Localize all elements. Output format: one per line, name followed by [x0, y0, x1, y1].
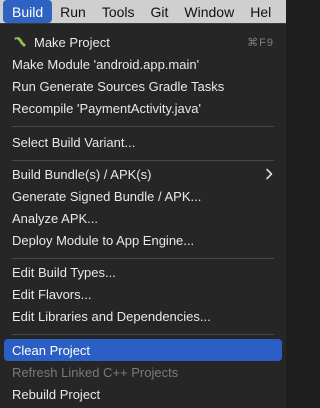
menubar-tools[interactable]: Tools — [94, 0, 143, 23]
menu-item-label: Edit Libraries and Dependencies... — [12, 308, 211, 324]
menu-item-label: Edit Build Types... — [12, 264, 116, 280]
menu-item-make-project[interactable]: Make Project ⌘F9 — [4, 31, 282, 53]
menu-item-label: Clean Project — [12, 342, 91, 358]
menu-item-label: Make Module 'android.app.main' — [12, 56, 200, 72]
menu-item-refresh-linked: Refresh Linked C++ Projects — [4, 361, 282, 383]
menu-item-edit-libraries[interactable]: Edit Libraries and Dependencies... — [4, 305, 282, 327]
menubar-run[interactable]: Run — [52, 0, 94, 23]
menu-item-run-generate-sources[interactable]: Run Generate Sources Gradle Tasks — [4, 75, 282, 97]
menu-item-generate-signed[interactable]: Generate Signed Bundle / APK... — [4, 185, 282, 207]
menu-item-label: Run Generate Sources Gradle Tasks — [12, 78, 225, 94]
chevron-right-icon — [266, 168, 273, 180]
menubar-git[interactable]: Git — [143, 0, 177, 23]
menu-item-label: Deploy Module to App Engine... — [12, 232, 195, 248]
menu-item-label: Generate Signed Bundle / APK... — [12, 188, 202, 204]
menu-item-label: Edit Flavors... — [12, 286, 92, 302]
menu-item-recompile[interactable]: Recompile 'PaymentActivity.java' — [4, 97, 282, 119]
build-menu-dropdown: Make Project ⌘F9 Make Module 'android.ap… — [0, 23, 286, 408]
menu-item-label: Recompile 'PaymentActivity.java' — [12, 100, 201, 116]
menu-item-build-bundles[interactable]: Build Bundle(s) / APK(s) — [4, 163, 282, 185]
menu-item-clean-project[interactable]: Clean Project — [4, 339, 282, 361]
menubar-help[interactable]: Hel — [242, 0, 279, 23]
menubar-build[interactable]: Build — [3, 0, 53, 23]
hammer-icon — [14, 37, 26, 47]
menu-item-label: Analyze APK... — [12, 210, 98, 226]
menu-item-label: Make Project — [34, 34, 110, 50]
menu-item-edit-flavors[interactable]: Edit Flavors... — [4, 283, 282, 305]
menu-item-rebuild-project[interactable]: Rebuild Project — [4, 383, 282, 405]
menu-item-analyze-apk[interactable]: Analyze APK... — [4, 207, 282, 229]
menu-separator — [12, 258, 274, 259]
menu-bar: Build Run Tools Git Window Hel — [0, 0, 286, 23]
menu-item-deploy-module[interactable]: Deploy Module to App Engine... — [4, 229, 282, 251]
shortcut-label: ⌘F9 — [247, 36, 274, 49]
menu-item-edit-build-types[interactable]: Edit Build Types... — [4, 261, 282, 283]
menu-separator — [12, 126, 274, 127]
menu-item-label: Rebuild Project — [12, 386, 101, 402]
menu-item-label: Select Build Variant... — [12, 134, 136, 150]
menu-separator — [12, 160, 274, 161]
menubar-window[interactable]: Window — [176, 0, 242, 23]
menu-item-label: Refresh Linked C++ Projects — [12, 364, 179, 380]
menu-item-select-build-variant[interactable]: Select Build Variant... — [4, 131, 282, 153]
menu-separator — [12, 334, 274, 335]
menu-item-label: Build Bundle(s) / APK(s) — [12, 166, 152, 182]
menu-item-make-module[interactable]: Make Module 'android.app.main' — [4, 53, 282, 75]
